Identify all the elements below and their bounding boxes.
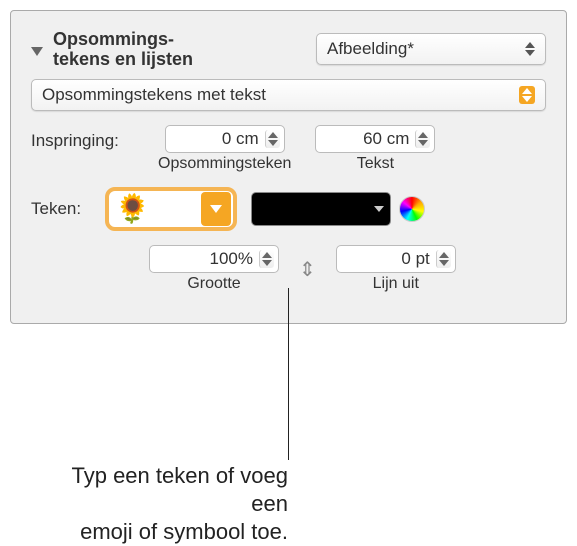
bullets-lists-panel: Opsommings- tekens en lijsten Afbeelding… — [10, 10, 567, 324]
indent-label: Inspringing: — [31, 125, 143, 151]
text-indent-value: 60 cm — [324, 129, 413, 149]
bullet-type-value: Opsommingstekens met tekst — [42, 85, 266, 105]
bullet-size-value: 100% — [158, 249, 257, 269]
panel-header: Opsommings- tekens en lijsten Afbeelding… — [31, 29, 546, 69]
disclosure-triangle-icon[interactable] — [31, 47, 43, 56]
vertical-align-icon: ⇕ — [299, 257, 316, 282]
title-line-2: tekens en lijsten — [53, 49, 316, 69]
chevron-updown-icon — [525, 42, 535, 56]
bullet-character-field[interactable]: 🌻 — [105, 187, 237, 231]
bullet-align-value: 0 pt — [345, 249, 434, 269]
stepper-icon[interactable] — [436, 250, 451, 268]
title-line-1: Opsommings- — [53, 29, 316, 49]
text-indent-field[interactable]: 60 cm — [315, 125, 435, 153]
chevron-updown-icon — [519, 86, 535, 104]
list-style-popup[interactable]: Afbeelding* — [316, 33, 546, 65]
bullet-indent-value: 0 cm — [174, 129, 263, 149]
bullet-size-caption: Grootte — [187, 275, 240, 293]
bullet-align-field[interactable]: 0 pt — [336, 245, 456, 273]
bullet-size-field[interactable]: 100% — [149, 245, 279, 273]
color-wheel-icon[interactable] — [399, 196, 425, 222]
callout-text: Typ een teken of voeg een emoji of symbo… — [48, 462, 288, 546]
character-picker-button[interactable] — [201, 192, 231, 226]
bullet-indent-field[interactable]: 0 cm — [165, 125, 285, 153]
bullet-color-swatch[interactable] — [251, 192, 391, 226]
bullet-type-popup[interactable]: Opsommingstekens met tekst — [31, 79, 546, 111]
bullet-indent-caption: Opsommingsteken — [158, 155, 291, 173]
text-indent-caption: Tekst — [357, 155, 394, 173]
panel-title: Opsommings- tekens en lijsten — [53, 29, 316, 69]
callout-line-2: emoji of symbool toe. — [48, 518, 288, 546]
bullet-align-caption: Lijn uit — [373, 275, 419, 293]
list-style-value: Afbeelding* — [327, 39, 414, 59]
chevron-down-icon — [210, 205, 222, 213]
stepper-icon[interactable] — [415, 130, 430, 148]
character-label: Teken: — [31, 199, 91, 219]
stepper-icon[interactable] — [259, 250, 274, 268]
stepper-icon[interactable] — [265, 130, 280, 148]
flower-icon: 🌻 — [115, 195, 150, 223]
callout-leader-line — [288, 288, 289, 460]
callout-line-1: Typ een teken of voeg een — [48, 462, 288, 518]
